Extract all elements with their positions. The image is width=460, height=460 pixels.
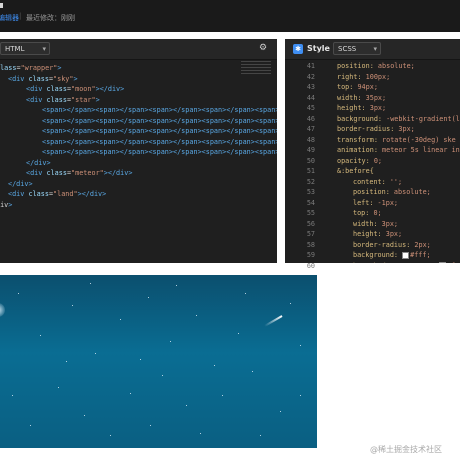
code-line[interactable]: width: 35px; [337,93,386,104]
color-swatch[interactable] [438,262,446,263]
preview-pane [0,275,317,448]
star [58,387,60,389]
last-modified-text: 最近修改：刚刚 [26,14,75,22]
code-line[interactable]: <span></span><span></span><span></span><… [42,105,277,116]
star [300,345,302,347]
star [30,425,32,427]
code-line[interactable]: height: 3px; [337,103,386,114]
code-line[interactable]: <div class="star"> [26,95,100,106]
star [110,435,112,437]
code-line[interactable]: border-radius: 2px; [353,240,431,251]
star [150,425,152,427]
star [238,333,240,335]
star [148,297,150,299]
chevron-down-icon: ▾ [42,45,46,53]
code-line[interactable]: <div class="sky"> [8,74,78,85]
star [186,405,188,407]
code-line[interactable]: height: 3px; [353,229,402,240]
code-line[interactable]: width: 3px; [353,219,398,230]
style-language-label: SCSS [338,45,357,53]
code-line[interactable]: animation: meteor 5s linear in [337,145,460,156]
style-pane-title: Style [307,44,330,53]
color-swatch[interactable] [402,251,410,259]
star [84,415,86,417]
code-line[interactable]: box-shadow: 0 0 10px #f [353,261,455,263]
star [222,395,224,397]
code-line[interactable]: <span></span><span></span><span></span><… [42,126,277,137]
code-line[interactable]: <div class="moon"></div> [26,84,124,95]
star [280,411,282,413]
style-pane-header: ✱ Style SCSS ▾ [285,39,460,60]
star [18,293,20,295]
html-editor-pane: HTML ▾ ⚙ class="wrapper"><div class="sky… [0,39,277,263]
html-pane-header: HTML ▾ ⚙ [0,39,277,60]
watermark: @稀土掘金技术社区 [370,445,442,454]
star [40,335,42,337]
code-line[interactable]: right: 100px; [337,72,390,83]
code-line[interactable]: <span></span><span></span><span></span><… [42,116,277,127]
code-line[interactable]: content: ''; [353,177,402,188]
star [170,341,172,343]
breadcrumb-separator: | [19,12,22,20]
html-language-label: HTML [5,45,25,53]
star [245,293,247,295]
code-line[interactable]: </div> [8,179,33,190]
star [300,395,302,397]
star [12,395,14,397]
top-bar: 编辑器 | 最近修改：刚刚 [0,0,460,32]
code-line[interactable]: </div> [26,158,51,169]
star [120,319,122,321]
star [95,353,97,355]
code-line[interactable]: top: 94px; [337,82,378,93]
code-line[interactable]: position: absolute; [337,61,415,72]
star [214,365,216,367]
star [200,433,202,435]
star [162,375,164,377]
code-line[interactable]: top: 0; [353,208,382,219]
gear-icon[interactable]: ⚙ [259,44,268,53]
editor-breadcrumb[interactable]: 编辑器 [0,13,19,23]
code-line[interactable]: <div class="land"></div> [8,189,106,200]
code-line[interactable]: left: -1px; [353,198,398,209]
star [140,359,142,361]
code-line[interactable]: transform: rotate(-30deg) ske [337,135,456,146]
star [260,435,262,437]
code-line[interactable]: background: #fff; [353,250,431,261]
meteor [264,315,283,327]
logo-icon [0,3,3,8]
star [90,283,92,285]
code-minimap[interactable] [241,61,271,75]
star [196,315,198,317]
star [290,303,292,305]
chevron-down-icon: ▾ [373,45,377,53]
style-editor-pane: ✱ Style SCSS ▾ 41 42 43 44 45 46 47 48 49 50 51 52 5… [285,39,460,270]
code-line[interactable]: position: absolute; [353,187,431,198]
code-line[interactable]: opacity: 0; [337,156,382,167]
html-code-area[interactable]: class="wrapper"><div class="sky"><div cl… [0,61,277,263]
star [66,361,68,363]
code-line[interactable]: <span></span><span></span><span></span><… [42,147,277,158]
code-line[interactable]: <div class="meteor"></div> [26,168,132,179]
style-icon: ✱ [293,44,303,54]
html-language-select[interactable]: HTML ▾ [0,42,50,55]
code-line[interactable]: class="wrapper"> [0,63,62,74]
star [130,393,132,395]
star [72,305,74,307]
style-code-area[interactable]: position: absolute; right: 100px; top: 94p… [285,61,460,263]
code-line[interactable]: border-radius: 3px; [337,124,415,135]
code-line[interactable]: <span></span><span></span><span></span><… [42,137,277,148]
code-line[interactable]: div> [0,200,12,211]
code-line[interactable]: &:before{ [337,166,374,177]
style-language-select[interactable]: SCSS ▾ [333,42,381,55]
code-line[interactable]: background: -webkit-gradient(l [337,114,460,125]
moon [0,303,5,317]
star [252,371,254,373]
star [176,285,178,287]
